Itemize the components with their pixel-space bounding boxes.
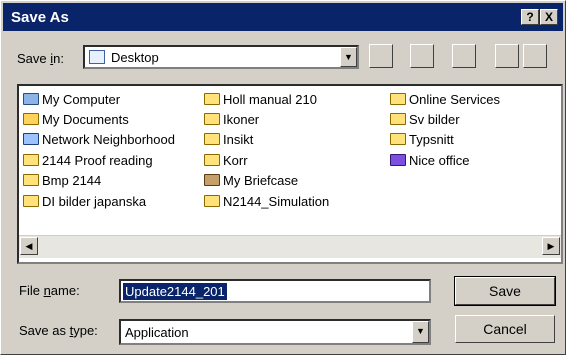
save-button[interactable]: Save [454,276,556,306]
save-in-value: Desktop [111,50,159,65]
save-as-type-value: Application [125,325,189,340]
list-item[interactable]: Bmp 2144 [23,171,101,191]
list-item[interactable]: Sv bilder [390,110,460,130]
folder-icon [390,133,406,145]
list-item[interactable]: Insikt [204,130,253,150]
list-item[interactable]: Nice office [390,151,469,171]
file-name-value[interactable]: Update2144_201 [123,283,227,300]
list-view-button[interactable] [495,44,519,68]
save-as-type-dropdown[interactable]: Application ▼ [119,319,431,345]
application-icon [390,154,406,166]
list-item[interactable]: Holl manual 210 [204,90,317,110]
list-item[interactable]: N2144_Simulation [204,192,329,212]
save-as-dialog: Save As ? X Save in: Desktop ▼ My Comput… [0,0,566,355]
horizontal-scrollbar[interactable]: ◀ ▶ [19,235,561,258]
save-in-dropdown[interactable]: Desktop ▼ [83,45,359,69]
folder-icon [204,113,220,125]
list-item[interactable]: Online Services [390,90,500,110]
list-item[interactable]: My Briefcase [204,171,298,191]
file-name-label: File name: [19,283,80,298]
save-as-type-label: Save as type: [19,323,98,338]
list-item[interactable]: Network Neighborhood [23,130,175,150]
dialog-title: Save As [11,9,69,26]
folder-icon [390,93,406,105]
desktop-shortcut-button[interactable] [410,44,434,68]
list-item[interactable]: Typsnitt [390,130,454,150]
list-item[interactable]: Ikoner [204,110,259,130]
help-button[interactable]: ? [521,9,539,25]
up-one-level-button[interactable] [369,44,393,68]
documents-folder-icon [23,113,39,125]
list-item[interactable]: 2144 Proof reading [23,151,153,171]
chevron-down-icon[interactable]: ▼ [340,47,357,67]
list-item[interactable]: My Documents [23,110,129,130]
desktop-icon [89,50,105,64]
folder-icon [204,195,220,207]
list-item[interactable]: Korr [204,151,248,171]
close-button[interactable]: X [540,9,558,25]
cancel-button[interactable]: Cancel [455,315,555,343]
folder-icon [390,113,406,125]
folder-icon [23,195,39,207]
save-in-label: Save in: [17,51,64,66]
folder-icon [204,133,220,145]
file-name-field[interactable]: Update2144_201 [119,279,431,303]
details-view-button[interactable] [523,44,547,68]
folder-icon [204,93,220,105]
title-bar[interactable]: Save As ? X [3,3,563,31]
folder-icon [23,154,39,166]
scroll-left-button[interactable]: ◀ [20,237,38,255]
list-item[interactable]: My Computer [23,90,120,110]
computer-icon [23,93,39,105]
network-icon [23,133,39,145]
chevron-down-icon[interactable]: ▼ [412,321,429,343]
new-folder-button[interactable] [452,44,476,68]
briefcase-icon [204,174,220,186]
scroll-right-button[interactable]: ▶ [542,237,560,255]
list-item[interactable]: DI bilder japanska [23,192,146,212]
folder-icon [23,174,39,186]
folder-icon [204,154,220,166]
